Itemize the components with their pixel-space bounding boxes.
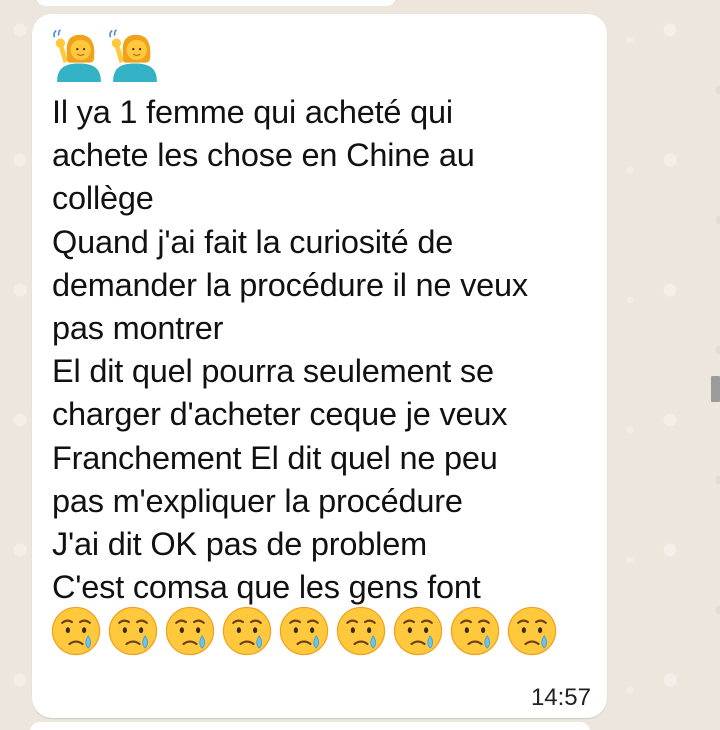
message-bubble[interactable]: Il ya 1 femme qui acheté qui achete les … [32,14,607,718]
message-line: J'ai dit OK pas de problem [52,526,427,563]
message-line: El dit quel pourra seulement se [52,353,494,390]
message-line: achete les chose en Chine au [52,137,475,174]
message-line: Quand j'ai fait la curiosité de [52,223,454,260]
message-line: Il ya 1 femme qui acheté qui [52,94,453,130]
crying-face-icon [392,605,444,657]
crying-face-icon [335,605,387,657]
message-line: charger d'acheter ceque je veux [52,396,508,433]
crying-emoji-row [50,605,558,657]
header-emoji-row [52,28,162,82]
message-line: C'est comsa que les gens font [52,569,481,606]
message-text: Il ya 1 femme qui acheté qui achete les … [52,91,597,609]
message-line: demander la procédure il ne veux [52,266,528,303]
crying-face-icon [449,605,501,657]
crying-face-icon [107,605,159,657]
message-line: collège [52,180,154,217]
scrollbar-handle[interactable] [711,376,720,402]
person-raising-hand-icon [52,28,106,82]
crying-face-icon [506,605,558,657]
message-line: Franchement El dit quel ne peu [52,439,498,476]
next-message-bubble[interactable] [30,722,590,730]
message-line: pas m'expliquer la procédure [52,482,463,519]
crying-face-icon [278,605,330,657]
previous-message-bubble[interactable] [36,0,396,6]
crying-face-icon [50,605,102,657]
crying-face-icon [221,605,273,657]
crying-face-icon [164,605,216,657]
person-raising-hand-icon [108,28,162,82]
message-line: pas montrer [52,310,224,347]
message-timestamp: 14:57 [530,684,591,711]
